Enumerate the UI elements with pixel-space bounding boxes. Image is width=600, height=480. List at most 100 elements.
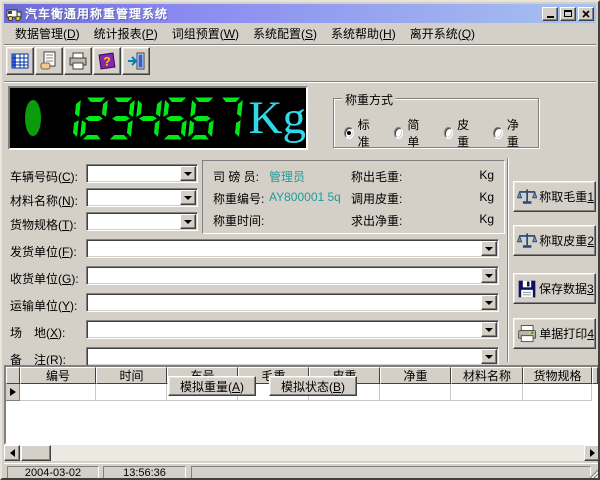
weigh-mode-group: 称重方式 标准 简单 皮重 净重: [333, 98, 539, 148]
divider: [4, 81, 596, 83]
dropdown-button[interactable]: [481, 295, 497, 310]
operator-value: 管理员: [269, 168, 305, 185]
window-title: 汽车衡通用称重管理系统: [25, 5, 542, 22]
dropdown-button[interactable]: [481, 349, 497, 364]
material-name-label: 材料名称(N):: [10, 192, 78, 209]
goods-spec-combo[interactable]: [86, 212, 198, 231]
print-button[interactable]: [64, 47, 92, 75]
toolbar: ?: [4, 47, 150, 79]
menu-item-data[interactable]: 数据管理(D): [8, 23, 87, 44]
scrollbar-thumb[interactable]: [21, 445, 51, 461]
app-window: 汽车衡通用称重管理系统 数据管理(D) 统计报表(P) 词组预置(W) 系统配置…: [0, 0, 600, 480]
print-receipt-button[interactable]: 单据打印4: [513, 318, 596, 349]
minimize-icon: [547, 16, 554, 18]
receiver-combo[interactable]: [86, 266, 499, 285]
menu-item-report[interactable]: 统计报表(P): [87, 23, 165, 44]
chevron-down-icon: [184, 196, 192, 200]
maximize-icon: [564, 10, 572, 17]
chevron-down-icon: [184, 220, 192, 224]
site-combo[interactable]: [86, 320, 499, 339]
tare-label: 调用皮重:: [351, 190, 402, 207]
chevron-down-icon: [485, 274, 493, 278]
divider: [4, 44, 596, 46]
radio-icon: [344, 127, 354, 139]
receiver-label: 收货单位(G):: [10, 270, 79, 287]
goods-spec-label: 货物规格(T):: [10, 216, 77, 233]
dropdown-button[interactable]: [180, 190, 196, 205]
site-label: 场 地(X):: [10, 324, 65, 341]
chevron-down-icon: [485, 328, 493, 332]
close-button[interactable]: [578, 7, 594, 21]
row-selector: [6, 384, 20, 401]
button-label: 称取毛重1: [539, 188, 594, 205]
divider: [507, 158, 509, 362]
material-name-combo[interactable]: [86, 188, 198, 207]
radio-net[interactable]: 净重: [493, 116, 525, 150]
help-book-icon: ?: [97, 51, 117, 71]
menu-item-exit[interactable]: 离开系统(Q): [403, 23, 482, 44]
button-label: 单据打印4: [539, 325, 594, 342]
save-data-button[interactable]: 保存数据3: [513, 273, 596, 304]
weigh-time-label: 称重时间:: [213, 212, 264, 229]
transporter-combo[interactable]: [86, 293, 499, 312]
chevron-down-icon: [485, 355, 493, 359]
horizontal-scrollbar[interactable]: [4, 445, 600, 461]
resize-grip-icon: [587, 468, 599, 480]
menu-item-config[interactable]: 系统配置(S): [246, 23, 324, 44]
remark-combo[interactable]: [86, 347, 499, 366]
data-grid-button[interactable]: [6, 47, 34, 75]
radio-label: 净重: [507, 116, 525, 150]
row-selector-icon: [10, 388, 16, 396]
weigh-gross-button[interactable]: 称取毛重1: [513, 181, 596, 212]
weight-digits: [52, 97, 243, 140]
maximize-button[interactable]: [560, 7, 576, 21]
grid-cell[interactable]: [380, 384, 451, 401]
button-label: 保存数据3: [539, 280, 594, 297]
scroll-left-button[interactable]: [4, 445, 20, 461]
sender-combo[interactable]: [86, 239, 499, 258]
net-label: 求出净重:: [351, 212, 402, 229]
chevron-down-icon: [184, 172, 192, 176]
report-button[interactable]: [35, 47, 63, 75]
simulate-weight-button[interactable]: 模拟重量(A): [168, 376, 256, 396]
dropdown-button[interactable]: [481, 241, 497, 256]
svg-text:?: ?: [103, 55, 110, 69]
gross-unit: Kg: [479, 168, 494, 182]
radio-tare[interactable]: 皮重: [444, 116, 476, 150]
app-icon: [6, 6, 22, 22]
grid-cell[interactable]: [523, 384, 592, 401]
menu-item-help[interactable]: 系统帮助(H): [324, 23, 403, 44]
vehicle-no-combo[interactable]: [86, 164, 198, 183]
grid-cell[interactable]: [96, 384, 167, 401]
radio-simple[interactable]: 简单: [394, 116, 426, 150]
dropdown-button[interactable]: [180, 214, 196, 229]
report-icon: [39, 51, 59, 71]
radio-standard[interactable]: 标准: [344, 116, 376, 150]
net-unit: Kg: [479, 212, 494, 226]
menu-item-phrase[interactable]: 词组预置(W): [165, 23, 246, 44]
help-button[interactable]: ?: [93, 47, 121, 75]
save-icon: [517, 279, 537, 299]
dropdown-button[interactable]: [481, 268, 497, 283]
menubar: 数据管理(D) 统计报表(P) 词组预置(W) 系统配置(S) 系统帮助(H) …: [4, 24, 596, 43]
minimize-button[interactable]: [542, 7, 558, 21]
statusbar: 2004-03-02 13:56:36: [4, 463, 600, 480]
dropdown-button[interactable]: [481, 322, 497, 337]
arrow-right-icon: [590, 449, 595, 457]
chevron-down-icon: [485, 247, 493, 251]
dropdown-button[interactable]: [180, 166, 196, 181]
exit-button[interactable]: [122, 47, 150, 75]
weigh-mode-title: 称重方式: [342, 91, 396, 108]
sender-label: 发货单位(F):: [10, 243, 77, 260]
radio-label: 简单: [407, 116, 425, 150]
gross-label: 称出毛重:: [351, 168, 402, 185]
weigh-tare-button[interactable]: 称取皮重2: [513, 225, 596, 256]
status-time: 13:56:36: [103, 466, 186, 480]
grid-cell[interactable]: [20, 384, 96, 401]
scroll-right-button[interactable]: [584, 445, 600, 461]
exit-door-icon: [126, 51, 146, 71]
simulate-status-button[interactable]: 模拟状态(B): [269, 376, 357, 396]
stable-indicator-light: [25, 100, 41, 136]
button-label: 称取皮重2: [539, 232, 594, 249]
grid-cell[interactable]: [451, 384, 523, 401]
